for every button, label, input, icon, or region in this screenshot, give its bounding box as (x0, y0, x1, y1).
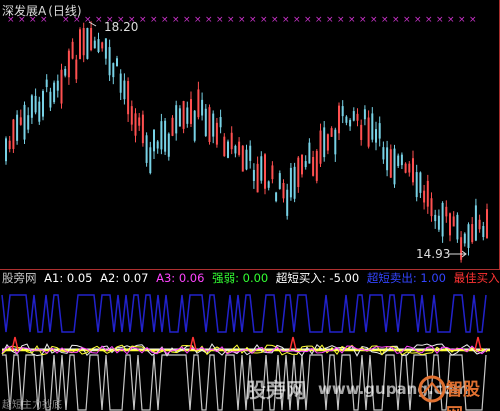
blue-wave-series (1, 294, 487, 333)
sell-marker-x: × (293, 15, 301, 25)
indicator-short-buy: 超短买入: -5.00 (275, 271, 360, 285)
best-buy-spike (289, 336, 297, 351)
indicator-name: 股旁网 (2, 271, 37, 285)
sell-marker-x: × (216, 15, 224, 25)
indicator-legend: 股旁网 A1: 0.05 A2: 0.07 A3: 0.06 强弱: 0.00 … (2, 270, 500, 286)
sell-marker-x: × (458, 15, 466, 25)
candles-group (5, 21, 488, 263)
sell-marker-x: × (260, 15, 268, 25)
chart-title: 深发展A (日线) (2, 2, 82, 19)
sell-marker-x: × (414, 15, 422, 25)
low-price-label: 14.93 (416, 247, 451, 261)
sell-marker-x: × (271, 15, 279, 25)
sell-marker-x: × (227, 15, 235, 25)
sell-marker-x: × (304, 15, 312, 25)
sell-marker-x: × (95, 15, 103, 25)
sell-marker-x: × (249, 15, 257, 25)
sell-marker-x: × (326, 15, 334, 25)
best-buy-spike (11, 336, 19, 351)
sell-marker-x: × (161, 15, 169, 25)
sell-marker-x: × (315, 15, 323, 25)
candlestick-chart: × × × × × × × × × × × × × × × × × × × × × × × × × × × × × × × × × × × × × × × ×… (0, 0, 500, 411)
sell-marker-x: × (381, 15, 389, 25)
indicator-a2: A2: 0.07 (100, 271, 149, 285)
blue-wave-line (1, 294, 487, 333)
oscillator-lines (1, 336, 490, 357)
sell-marker-x: × (238, 15, 246, 25)
watermark-logo: 智股网 (418, 365, 496, 411)
price-chart-pane: × × × × × × × × × × × × × × × × × × × × × × × × × × × × × × × × × × × × × × × ×… (0, 0, 500, 411)
sell-marker-x: × (337, 15, 345, 25)
sell-marker-x: × (447, 15, 455, 25)
sell-marker-x: × (205, 15, 213, 25)
sell-marker-x: × (172, 15, 180, 25)
sell-marker-x: × (139, 15, 147, 25)
high-price-label: 18.20 (104, 20, 139, 34)
sell-marker-x: × (348, 15, 356, 25)
footer-label: 超短主力抄底 (2, 400, 62, 411)
sell-marker-x: × (359, 15, 367, 25)
sell-marker-x: × (84, 15, 92, 25)
stock-indicator-screen: { "title": { "name": "深发展A", "period": "… (0, 0, 500, 411)
indicator-short-sell: 超短卖出: 1.00 (366, 271, 446, 285)
sell-marker-x: × (194, 15, 202, 25)
sell-marker-x: × (425, 15, 433, 25)
best-buy-spike (474, 336, 482, 351)
sell-marker-x: × (282, 15, 290, 25)
sell-marker-x: × (150, 15, 158, 25)
sell-marker-x: × (370, 15, 378, 25)
sell-marker-x: × (436, 15, 444, 25)
indicator-pane: 股旁网 A1: 0.05 A2: 0.07 A3: 0.06 强弱: 0.00 … (0, 270, 500, 411)
logo-text: 智股网 (446, 380, 480, 411)
indicator-best-buy: 最佳买入: 0.0 (453, 271, 500, 285)
sell-marker-x: × (469, 15, 477, 25)
stock-name: 深发展A (2, 4, 47, 18)
period-label: (日线) (48, 4, 82, 18)
watermark-text: 股旁网 (246, 378, 306, 402)
indicator-strength: 强弱: 0.00 (212, 271, 269, 285)
sell-marker-x: × (183, 15, 191, 25)
sell-marker-x: × (403, 15, 411, 25)
indicator-a1: A1: 0.05 (44, 271, 93, 285)
sell-marker-x: × (392, 15, 400, 25)
indicator-a3: A3: 0.06 (156, 271, 205, 285)
